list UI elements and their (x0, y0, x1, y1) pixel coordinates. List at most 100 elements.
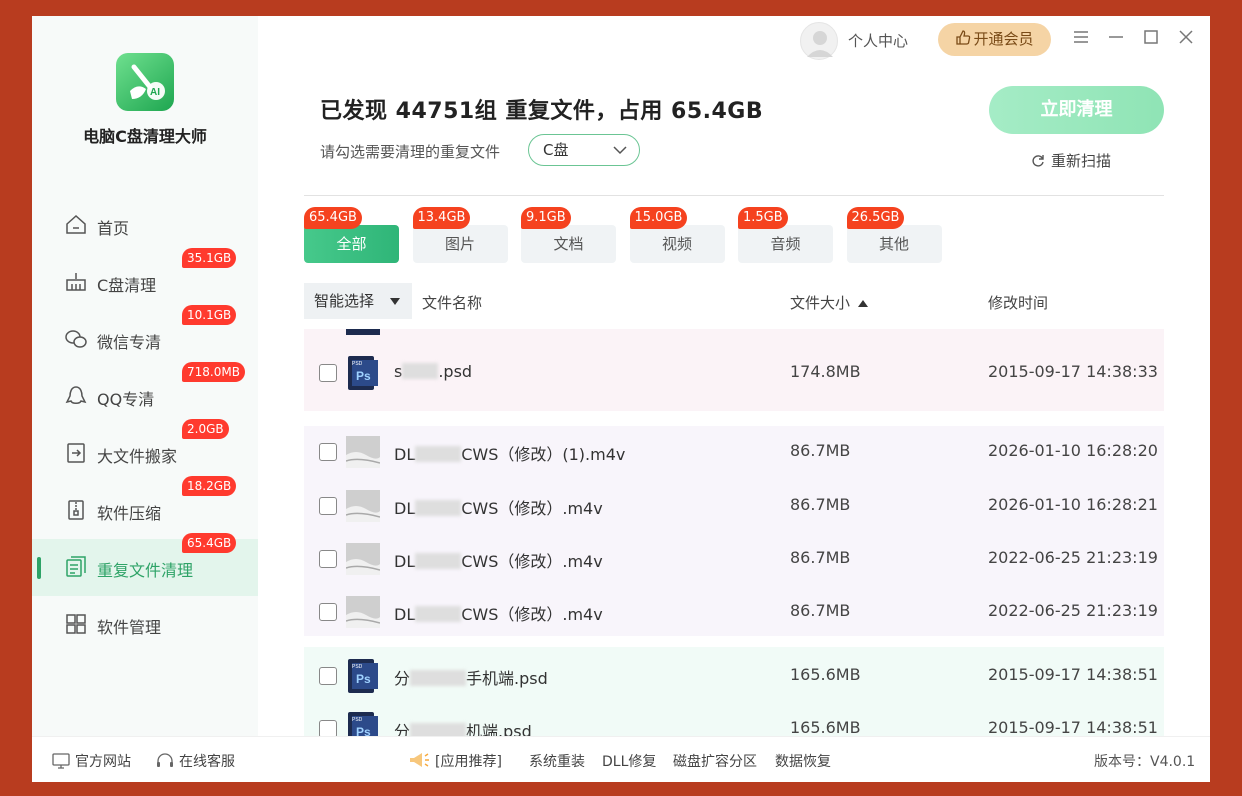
table-row[interactable]: DL CWS（修改）(1).m4v 86.7MB 2026-01-10 16:28:2… (304, 425, 1164, 478)
category-tab-2[interactable]: 文档 (521, 225, 616, 263)
row-checkbox[interactable] (319, 550, 337, 568)
sidebar-item-2[interactable]: 微信专清 10.1GB (32, 305, 258, 368)
row-checkbox[interactable] (319, 443, 337, 461)
file-name-suffix: CWS（修改）.m4v (461, 552, 603, 571)
sidebar-item-6[interactable]: 重复文件清理 65.4GB (32, 533, 258, 596)
table-row[interactable]: Ps PSD 分 机端.psd 165.6MB 2015-09-17 14:38:51 (304, 702, 1164, 736)
minimize-icon[interactable] (1105, 26, 1127, 48)
menu-icon[interactable] (1070, 26, 1092, 48)
app-logo: AI (116, 53, 174, 111)
sidebar-item-3[interactable]: QQ专清 718.0MB (32, 362, 258, 425)
category-tab-5[interactable]: 其他 (846, 225, 942, 263)
file-modified-time: 2026-01-10 16:28:20 (988, 441, 1158, 460)
column-header-time[interactable]: 修改时间 (988, 292, 1048, 313)
file-name-prefix: 分 (394, 669, 411, 688)
category-tab-3[interactable]: 视频 (629, 225, 725, 263)
svg-text:AI: AI (150, 87, 160, 98)
category-size-badge: 13.4GB (412, 207, 471, 229)
file-name: s .psd (394, 362, 472, 381)
row-checkbox[interactable] (319, 603, 337, 621)
category-tab-4[interactable]: 音频 (738, 225, 833, 263)
wechat-icon (64, 327, 88, 351)
category-tab-1[interactable]: 图片 (412, 225, 508, 263)
row-checkbox[interactable] (319, 667, 337, 685)
svg-text:Ps: Ps (356, 369, 371, 383)
row-checkbox[interactable] (319, 497, 337, 515)
table-row[interactable]: DL CWS（修改）.m4v 86.7MB 2022-06-25 21:23:19 (304, 532, 1164, 585)
file-name-suffix: 手机端.psd (466, 669, 548, 688)
vip-button[interactable]: 开通会员 (938, 23, 1051, 56)
file-size: 86.7MB (790, 495, 851, 514)
table-row[interactable]: DL CWS（修改）.m4v 86.7MB 2026-01-10 16:28:21 (304, 479, 1164, 532)
size-badge: 2.0GB (182, 419, 229, 439)
sidebar-item-label: C盘清理 (97, 276, 157, 295)
redacted-text (415, 553, 462, 569)
sidebar-item-4[interactable]: 大文件搬家 2.0GB (32, 419, 258, 482)
svg-text:Ps: Ps (356, 725, 371, 736)
smart-select-label: 智能选择 (314, 292, 375, 310)
psd-file-icon: Ps PSD (346, 659, 380, 693)
close-icon[interactable] (1175, 26, 1197, 48)
video-thumbnail-icon (345, 489, 381, 523)
table-row[interactable]: Ps PSD 分 手机端.psd 165.6MB 2015-09-17 14:38:51 (304, 649, 1164, 702)
sidebar-item-7[interactable]: 软件管理 (32, 596, 258, 653)
avatar[interactable] (800, 22, 838, 60)
file-name-prefix: DL (394, 605, 416, 624)
column-header-size[interactable]: 文件大小 (790, 292, 869, 313)
drive-select[interactable]: C盘 (528, 134, 640, 166)
row-checkbox[interactable] (319, 364, 337, 382)
sort-asc-icon (858, 300, 869, 307)
row-checkbox[interactable] (319, 720, 337, 736)
file-name-suffix: 机端.psd (466, 722, 532, 736)
footer-link-dll[interactable]: DLL修复 (602, 751, 656, 771)
redacted-text (415, 446, 462, 462)
table-row[interactable]: DL CWS（修改）.m4v 86.7MB 2022-06-25 21:23:19 (304, 585, 1164, 638)
thumbs-up-icon (956, 30, 971, 45)
file-name-suffix: .psd (438, 362, 473, 381)
footer-link-disk[interactable]: 磁盘扩容分区 (673, 751, 757, 771)
sidebar: AI 电脑C盘清理大师 首页 C盘清理 35.1GB 微信专清 10.1GB QQ专清 71… (32, 16, 258, 736)
footer-link-recovery[interactable]: 数据恢复 (775, 751, 831, 771)
recommend-text: [应用推荐] (435, 754, 502, 770)
footer-link-reinstall[interactable]: 系统重装 (529, 751, 585, 771)
sidebar-item-5[interactable]: 软件压缩 18.2GB (32, 476, 258, 539)
size-badge: 10.1GB (182, 305, 237, 325)
video-thumbnail-icon (345, 595, 381, 629)
sidebar-item-0[interactable]: 首页 (32, 197, 258, 254)
file-name-prefix: DL (394, 499, 416, 518)
file-name: 分 手机端.psd (394, 665, 548, 689)
file-modified-time: 2026-01-10 16:28:21 (988, 495, 1158, 514)
chevron-down-icon (613, 146, 627, 155)
move-file-icon (64, 441, 88, 465)
qq-icon (64, 384, 88, 408)
rescan-button[interactable]: 重新扫描 (1031, 150, 1111, 171)
maximize-icon[interactable] (1140, 26, 1162, 48)
table-row[interactable]: Ps PSD s .psd 174.8MB 2015-09-17 14:38:33 (304, 346, 1164, 399)
sidebar-item-label: QQ专清 (97, 390, 155, 409)
caret-down-icon (390, 298, 400, 305)
smart-select-dropdown[interactable]: 智能选择 (304, 283, 412, 319)
file-name: DL CWS（修改）.m4v (394, 601, 603, 625)
svg-text:PSD: PSD (352, 717, 363, 723)
sidebar-item-label: 大文件搬家 (97, 447, 178, 466)
column-header-name[interactable]: 文件名称 (422, 292, 482, 313)
size-badge: 718.0MB (182, 362, 245, 382)
version-label: 版本号：V4.0.1 (1094, 754, 1196, 770)
category-tab-0[interactable]: 全部 (304, 225, 399, 263)
user-center-link[interactable]: 个人中心 (848, 30, 908, 51)
file-size: 165.6MB (790, 665, 861, 684)
clean-now-button[interactable]: 立即清理 (989, 86, 1164, 134)
category-size-badge: 1.5GB (738, 207, 788, 229)
support-link[interactable]: 在线客服 (156, 751, 235, 771)
size-badge: 65.4GB (182, 533, 237, 553)
file-name-suffix: CWS（修改）.m4v (461, 605, 603, 624)
redacted-text (415, 500, 462, 516)
page-title: 已发现 44751组 重复文件，占用 65.4GB (320, 99, 764, 124)
recommend-label: [应用推荐] (408, 751, 502, 771)
refresh-icon (1032, 155, 1044, 167)
sidebar-item-1[interactable]: C盘清理 35.1GB (32, 248, 258, 311)
file-modified-time: 2022-06-25 21:23:19 (988, 548, 1158, 567)
megaphone-icon (410, 753, 429, 767)
column-header-size-label: 文件大小 (790, 294, 851, 312)
website-link[interactable]: 官方网站 (52, 751, 131, 771)
